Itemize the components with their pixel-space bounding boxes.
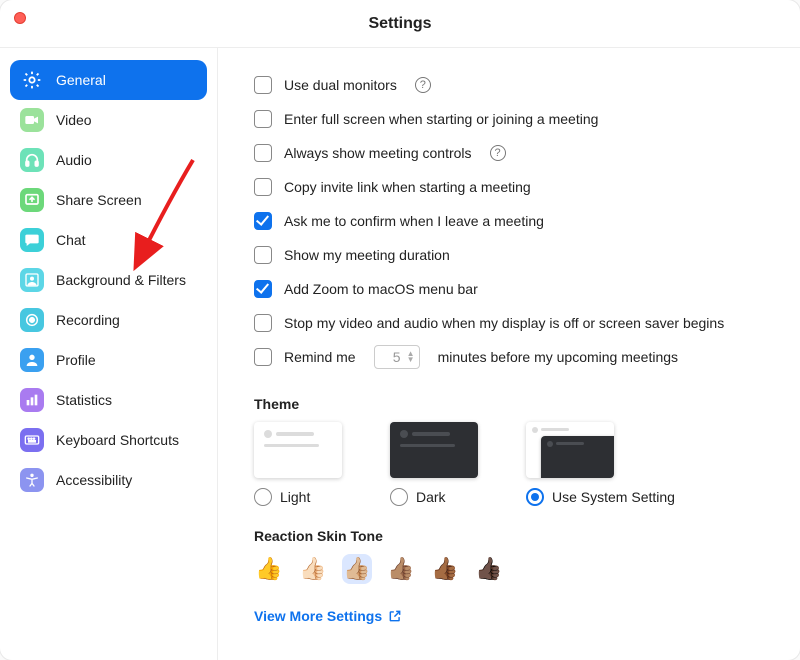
sidebar-item-audio[interactable]: Audio: [10, 140, 207, 180]
skintone-heading: Reaction Skin Tone: [254, 528, 772, 544]
opt-label: Always show meeting controls: [284, 145, 472, 161]
skin-tone-picker: 👍 👍🏻 👍🏼 👍🏽 👍🏾 👍🏿: [254, 554, 772, 584]
opt-label: minutes before my upcoming meetings: [438, 349, 678, 365]
tone-default[interactable]: 👍: [254, 554, 284, 584]
sidebar-item-share[interactable]: Share Screen: [10, 180, 207, 220]
external-link-icon: [388, 609, 402, 623]
theme-system-thumb: [526, 422, 614, 478]
help-icon[interactable]: ?: [415, 77, 431, 93]
checkbox[interactable]: [254, 246, 272, 264]
sidebar-item-label: Video: [56, 112, 92, 128]
share-screen-icon: [20, 188, 44, 212]
help-icon[interactable]: ?: [490, 145, 506, 161]
theme-label: Dark: [416, 489, 446, 505]
sidebar-item-general[interactable]: General: [10, 60, 207, 100]
opt-label: Ask me to confirm when I leave a meeting: [284, 213, 544, 229]
opt-label: Show my meeting duration: [284, 247, 450, 263]
sidebar-item-label: Recording: [56, 312, 120, 328]
sidebar: General Video Audio Share Screen: [0, 48, 218, 660]
sidebar-item-accessibility[interactable]: Accessibility: [10, 460, 207, 500]
opt-label: Copy invite link when starting a meeting: [284, 179, 531, 195]
opt-fullscreen[interactable]: Enter full screen when starting or joini…: [254, 102, 772, 136]
opt-copylink[interactable]: Copy invite link when starting a meeting: [254, 170, 772, 204]
opt-label: Add Zoom to macOS menu bar: [284, 281, 478, 297]
checkbox[interactable]: [254, 280, 272, 298]
opt-duration[interactable]: Show my meeting duration: [254, 238, 772, 272]
accessibility-icon: [20, 468, 44, 492]
theme-options: Light Dark: [254, 422, 772, 506]
tone-medium[interactable]: 👍🏽: [386, 554, 416, 584]
tone-medium-light[interactable]: 👍🏼: [342, 554, 372, 584]
theme-system[interactable]: Use System Setting: [526, 422, 675, 506]
sidebar-item-chat[interactable]: Chat: [10, 220, 207, 260]
checkbox[interactable]: [254, 110, 272, 128]
opt-dual-monitors[interactable]: Use dual monitors ?: [254, 68, 772, 102]
theme-dark-thumb: [390, 422, 478, 478]
opt-label: Enter full screen when starting or joini…: [284, 111, 598, 127]
stepper-icon: ▲▼: [407, 351, 415, 363]
checkbox[interactable]: [254, 212, 272, 230]
radio[interactable]: [254, 488, 272, 506]
theme-light[interactable]: Light: [254, 422, 342, 506]
opt-label: Remind me: [284, 349, 356, 365]
sidebar-item-label: Chat: [56, 232, 86, 248]
opt-menubar[interactable]: Add Zoom to macOS menu bar: [254, 272, 772, 306]
tone-light[interactable]: 👍🏻: [298, 554, 328, 584]
checkbox[interactable]: [254, 314, 272, 332]
sidebar-item-video[interactable]: Video: [10, 100, 207, 140]
theme-dark[interactable]: Dark: [390, 422, 478, 506]
remind-minutes-input[interactable]: 5 ▲▼: [374, 345, 420, 369]
gear-icon: [20, 68, 44, 92]
checkbox[interactable]: [254, 144, 272, 162]
checkbox[interactable]: [254, 348, 272, 366]
sidebar-item-label: Accessibility: [56, 472, 132, 488]
sidebar-item-label: Profile: [56, 352, 96, 368]
opt-label: Stop my video and audio when my display …: [284, 315, 724, 331]
body: General Video Audio Share Screen: [0, 48, 800, 660]
sidebar-item-background[interactable]: Background & Filters: [10, 260, 207, 300]
sidebar-item-keyboard[interactable]: Keyboard Shortcuts: [10, 420, 207, 460]
theme-label: Light: [280, 489, 310, 505]
video-icon: [20, 108, 44, 132]
background-icon: [20, 268, 44, 292]
sidebar-item-label: Audio: [56, 152, 92, 168]
sidebar-item-label: General: [56, 72, 106, 88]
opt-label: Use dual monitors: [284, 77, 397, 93]
keyboard-icon: [20, 428, 44, 452]
record-icon: [20, 308, 44, 332]
headphones-icon: [20, 148, 44, 172]
view-more-link[interactable]: View More Settings: [254, 608, 402, 624]
sidebar-item-label: Share Screen: [56, 192, 142, 208]
sidebar-item-statistics[interactable]: Statistics: [10, 380, 207, 420]
opt-confirm-leave[interactable]: Ask me to confirm when I leave a meeting: [254, 204, 772, 238]
theme-light-thumb: [254, 422, 342, 478]
close-icon[interactable]: [14, 12, 26, 24]
settings-window: Settings General Video Audio: [0, 0, 800, 660]
titlebar: Settings: [0, 0, 800, 48]
chat-icon: [20, 228, 44, 252]
sidebar-item-profile[interactable]: Profile: [10, 340, 207, 380]
sidebar-item-recording[interactable]: Recording: [10, 300, 207, 340]
profile-icon: [20, 348, 44, 372]
page-title: Settings: [0, 15, 800, 33]
sidebar-item-label: Keyboard Shortcuts: [56, 432, 179, 448]
statistics-icon: [20, 388, 44, 412]
theme-heading: Theme: [254, 396, 772, 412]
radio[interactable]: [390, 488, 408, 506]
checkbox[interactable]: [254, 76, 272, 94]
sidebar-item-label: Background & Filters: [56, 272, 186, 288]
sidebar-item-label: Statistics: [56, 392, 112, 408]
opt-controls[interactable]: Always show meeting controls ?: [254, 136, 772, 170]
tone-dark[interactable]: 👍🏿: [474, 554, 504, 584]
theme-label: Use System Setting: [552, 489, 675, 505]
opt-stopvideo[interactable]: Stop my video and audio when my display …: [254, 306, 772, 340]
opt-remind[interactable]: Remind me 5 ▲▼ minutes before my upcomin…: [254, 340, 772, 374]
checkbox[interactable]: [254, 178, 272, 196]
main-panel: Use dual monitors ? Enter full screen wh…: [218, 48, 800, 660]
tone-medium-dark[interactable]: 👍🏾: [430, 554, 460, 584]
radio[interactable]: [526, 488, 544, 506]
